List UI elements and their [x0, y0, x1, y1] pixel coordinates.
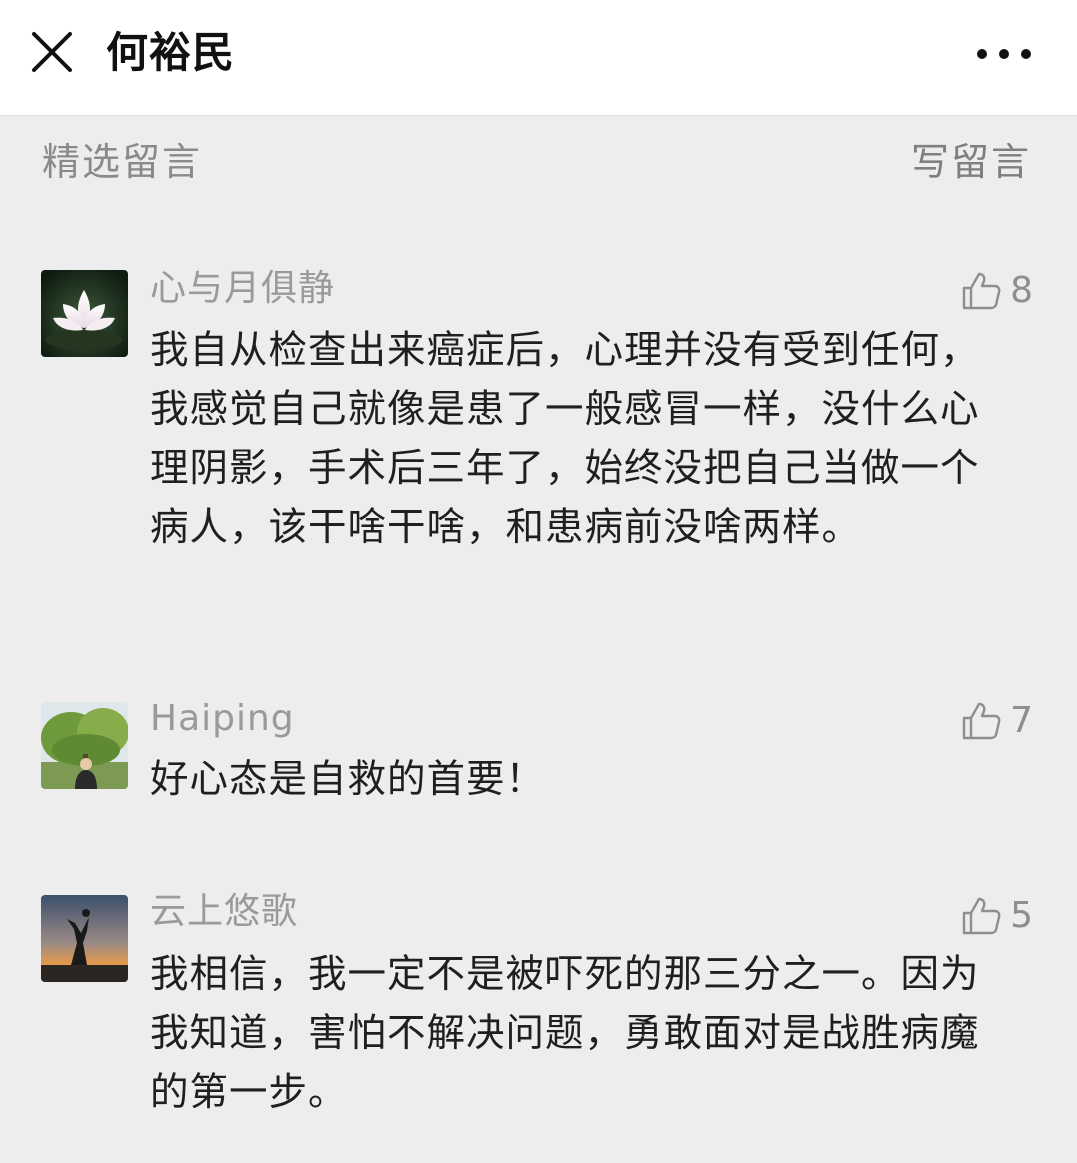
comment-text: 好心态是自救的首要！ — [150, 757, 546, 802]
sunset-dancer-avatar-icon — [41, 895, 128, 982]
like-count: 5 — [1010, 895, 1033, 936]
avatar[interactable] — [41, 270, 128, 357]
avatar[interactable] — [41, 895, 128, 982]
close-icon — [32, 32, 72, 72]
write-comment-button[interactable]: 写留言 — [911, 134, 1031, 190]
more-dots-icon — [977, 49, 1031, 59]
tree-person-avatar-icon — [41, 702, 128, 789]
comment-nickname: 心与月俱静 — [150, 268, 336, 309]
comment-nickname: Haiping — [150, 698, 295, 739]
like-count: 8 — [1010, 270, 1033, 311]
like-button[interactable]: 7 — [960, 696, 1033, 746]
thumbs-up-icon — [962, 897, 1001, 935]
comment-text: 我相信，我一定不是被吓死的那三分之一。因为我知道，害怕不解决问题，勇敢面对是战胜… — [150, 952, 980, 1115]
like-count: 7 — [1010, 700, 1033, 741]
like-button[interactable]: 5 — [960, 891, 1033, 941]
comment-nickname: 云上悠歌 — [150, 891, 299, 932]
avatar[interactable] — [41, 702, 128, 789]
close-button[interactable] — [26, 26, 78, 78]
comment-text: 我自从检查出来癌症后，心理并没有受到任何，我感觉自己就像是患了一般感冒一样，没什… — [150, 328, 980, 550]
lotus-avatar-icon — [41, 270, 128, 357]
thumbs-up-icon — [962, 272, 1001, 310]
like-button[interactable]: 8 — [960, 266, 1033, 316]
top-bar: 何裕民 — [0, 0, 1077, 116]
thumbs-up-icon — [962, 702, 1001, 740]
page-title: 何裕民 — [106, 28, 236, 77]
featured-comments-title: 精选留言 — [42, 140, 203, 184]
more-button[interactable] — [968, 34, 1040, 74]
